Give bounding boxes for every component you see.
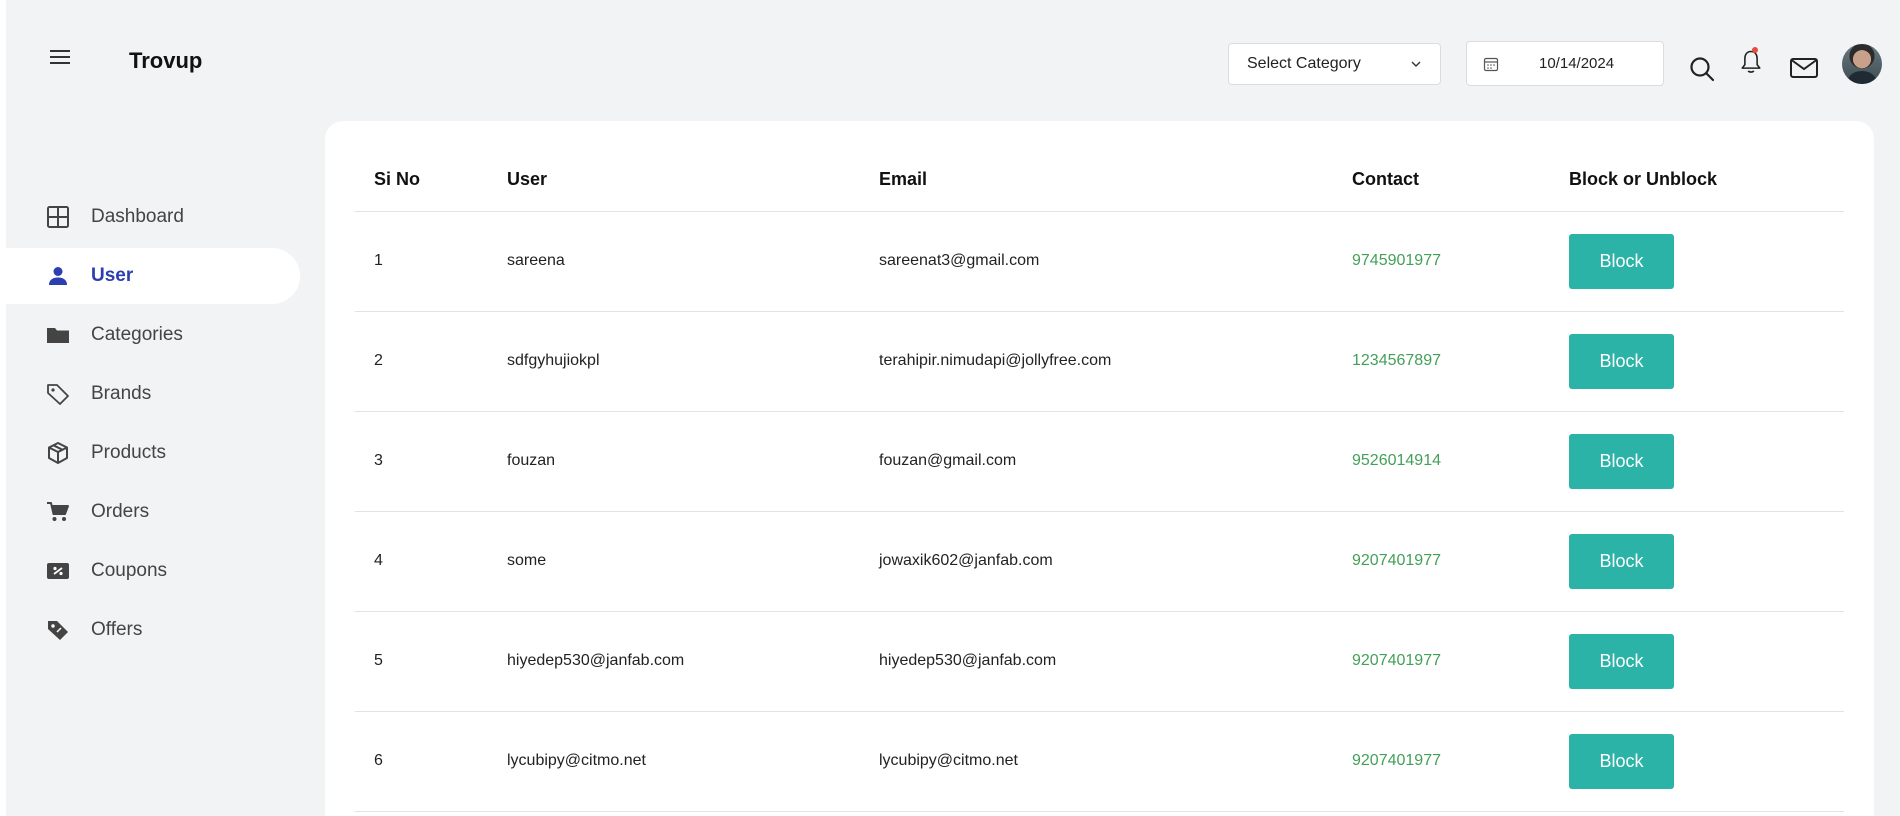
users-table: Si No User Email Contact Block or Unbloc… [355,149,1844,812]
chevron-down-icon [1411,61,1421,67]
cell-email: lycubipy@citmo.net [860,711,1333,812]
sidebar-item-categories[interactable]: Categories [6,307,300,363]
block-button[interactable]: Block [1569,533,1674,589]
date-picker[interactable]: 10/14/2024 [1466,41,1664,86]
sidebar-item-offers[interactable]: Offers [6,602,300,658]
cell-contact: 9745901977 [1333,211,1550,312]
sidebar-item-label: Dashboard [91,206,184,227]
users-panel: Si No User Email Contact Block or Unbloc… [325,121,1874,816]
cell-si-no: 3 [355,411,488,512]
offer-tag-icon [45,617,71,643]
cell-email: hiyedep530@janfab.com [860,611,1333,712]
cell-action: Block [1550,511,1844,612]
sidebar-item-user[interactable]: User [6,248,300,304]
column-header-si-no: Si No [355,149,488,212]
brand-logo: Trovup [129,48,203,73]
block-button[interactable]: Block [1569,733,1674,789]
table-row: 3 fouzan fouzan@gmail.com 9526014914 Blo… [355,411,1844,512]
avatar[interactable] [1842,44,1882,84]
cell-contact: 9207401977 [1333,511,1550,612]
cell-si-no: 2 [355,311,488,412]
cell-user: sareena [488,211,860,312]
sidebar-item-label: Offers [91,619,143,640]
table-row: 4 some jowaxik602@janfab.com 9207401977 … [355,511,1844,612]
cart-icon [45,499,71,525]
block-button[interactable]: Block [1569,433,1674,489]
sidebar-item-orders[interactable]: Orders [6,484,300,540]
cell-user: lycubipy@citmo.net [488,711,860,812]
block-button[interactable]: Block [1569,233,1674,289]
cell-si-no: 6 [355,711,488,812]
cell-email: jowaxik602@janfab.com [860,511,1333,612]
cell-action: Block [1550,411,1844,512]
sidebar-item-label: User [91,265,134,286]
bell-icon[interactable] [1737,48,1765,76]
date-value: 10/14/2024 [1539,55,1615,72]
cell-email: terahipir.nimudapi@jollyfree.com [860,311,1333,412]
sidebar-item-dashboard[interactable]: Dashboard [6,189,300,245]
calendar-icon [1483,57,1499,71]
user-icon [45,263,71,289]
sidebar-item-label: Orders [91,501,150,522]
table-row: 2 sdfgyhujiokpl terahipir.nimudapi@jolly… [355,311,1844,412]
sidebar-item-label: Brands [91,383,152,404]
category-select-label: Select Category [1247,55,1361,72]
folder-icon [45,322,71,348]
cell-user: hiyedep530@janfab.com [488,611,860,712]
column-header-contact: Contact [1333,149,1550,212]
cell-user: some [488,511,860,612]
sidebar-item-label: Products [91,442,166,463]
column-header-email: Email [860,149,1333,212]
hamburger-menu-icon[interactable] [46,46,74,70]
cell-action: Block [1550,611,1844,712]
sidebar-item-label: Categories [91,324,183,345]
sidebar-item-label: Coupons [91,560,168,581]
block-button[interactable]: Block [1569,633,1674,689]
table-row: 6 lycubipy@citmo.net lycubipy@citmo.net … [355,711,1844,812]
cell-action: Block [1550,211,1844,312]
sidebar-item-products[interactable]: Products [6,425,300,481]
cell-user: fouzan [488,411,860,512]
column-header-block: Block or Unblock [1550,149,1844,212]
table-row: 1 sareena sareenat3@gmail.com 9745901977… [355,211,1844,312]
table-row: 5 hiyedep530@janfab.com hiyedep530@janfa… [355,611,1844,712]
category-select[interactable]: Select Category [1228,43,1441,85]
tag-icon [45,381,71,407]
coupon-icon [45,558,71,584]
cell-email: sareenat3@gmail.com [860,211,1333,312]
grid-icon [45,204,71,230]
sidebar-item-brands[interactable]: Brands [6,366,300,422]
sidebar: Dashboard User Categories Brands Product… [6,189,300,661]
cell-action: Block [1550,311,1844,412]
box-icon [45,440,71,466]
cell-user: sdfgyhujiokpl [488,311,860,412]
cell-email: fouzan@gmail.com [860,411,1333,512]
mail-icon[interactable] [1789,54,1819,82]
block-button[interactable]: Block [1569,333,1674,389]
cell-contact: 9526014914 [1333,411,1550,512]
search-icon[interactable] [1688,55,1716,83]
cell-action: Block [1550,711,1844,812]
table-header-row: Si No User Email Contact Block or Unbloc… [355,149,1844,212]
cell-contact: 9207401977 [1333,611,1550,712]
cell-contact: 9207401977 [1333,711,1550,812]
column-header-user: User [488,149,860,212]
cell-si-no: 4 [355,511,488,612]
cell-contact: 1234567897 [1333,311,1550,412]
notification-dot [1752,47,1758,53]
cell-si-no: 1 [355,211,488,312]
cell-si-no: 5 [355,611,488,712]
sidebar-item-coupons[interactable]: Coupons [6,543,300,599]
